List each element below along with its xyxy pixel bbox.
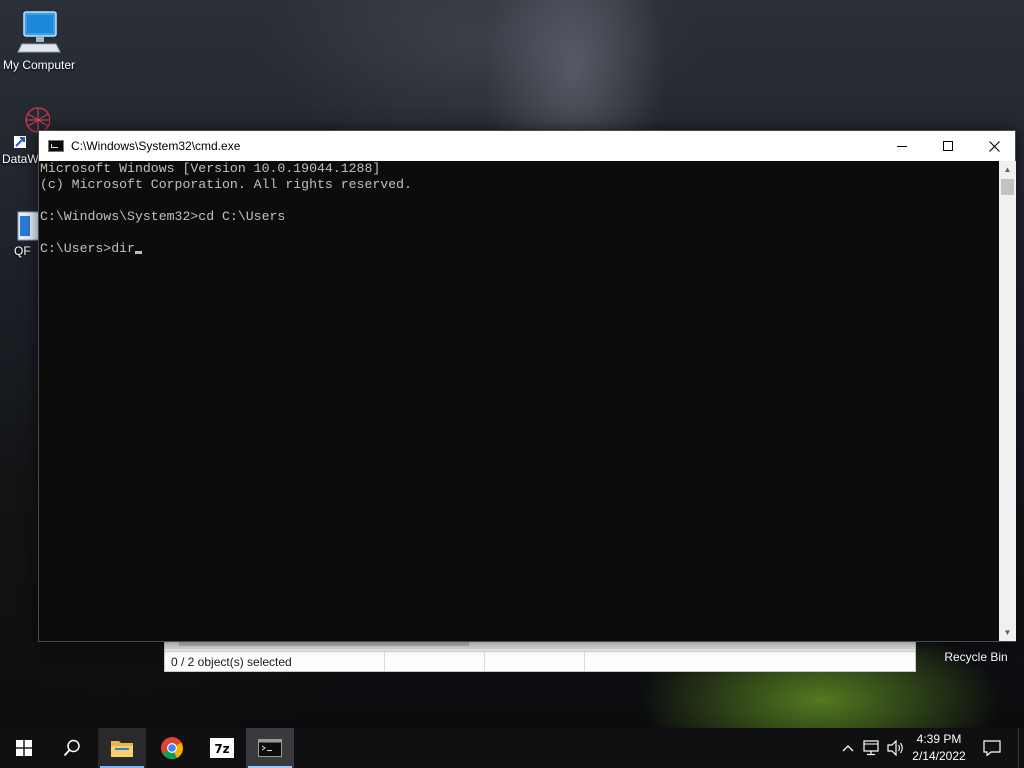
console-vertical-scrollbar[interactable]: ▲ ▼ bbox=[999, 161, 1016, 641]
clock-time: 4:39 PM bbox=[916, 732, 962, 746]
scroll-down-arrow-icon[interactable]: ▼ bbox=[999, 624, 1016, 641]
maximize-button[interactable] bbox=[925, 131, 971, 161]
console-line: Microsoft Windows [Version 10.0.19044.12… bbox=[40, 161, 381, 176]
network-icon bbox=[863, 740, 879, 756]
taskbar: 7z 4:39 PM 2/14/2022 bbox=[0, 728, 1024, 768]
qf-label: QF bbox=[14, 244, 31, 258]
close-button[interactable] bbox=[971, 131, 1017, 161]
close-icon bbox=[988, 140, 1000, 152]
taskbar-7zip[interactable]: 7z bbox=[198, 728, 246, 768]
cmd-icon bbox=[258, 739, 282, 757]
console-input[interactable]: C:\Users>dir bbox=[40, 241, 135, 256]
show-desktop-button[interactable] bbox=[1018, 728, 1024, 768]
console-output[interactable]: Microsoft Windows [Version 10.0.19044.12… bbox=[39, 161, 999, 641]
cmd-app-icon[interactable] bbox=[48, 140, 64, 152]
status-segment bbox=[585, 652, 915, 671]
7zip-icon: 7z bbox=[210, 738, 234, 758]
my-computer-label: My Computer bbox=[2, 58, 76, 72]
search-button[interactable] bbox=[48, 728, 96, 768]
datawatch-label: DataW bbox=[2, 152, 39, 166]
svg-text:7z: 7z bbox=[214, 742, 229, 756]
scroll-thumb[interactable] bbox=[1001, 179, 1014, 195]
console-line: C:\Windows\System32>cd C:\Users bbox=[40, 209, 286, 224]
action-center-button[interactable] bbox=[976, 728, 1008, 768]
status-segment bbox=[385, 652, 485, 671]
window-title: C:\Windows\System32\cmd.exe bbox=[71, 139, 241, 153]
taskbar-clock[interactable]: 4:39 PM 2/14/2022 bbox=[904, 731, 974, 765]
desktop: My Computer DataW QF Recycle Bin 0 / 2 o… bbox=[0, 0, 1024, 728]
network-button[interactable] bbox=[860, 728, 884, 768]
windows-start-icon bbox=[16, 740, 32, 756]
maximize-icon bbox=[943, 141, 953, 151]
minimize-button[interactable] bbox=[879, 131, 925, 161]
chevron-up-icon bbox=[842, 745, 854, 752]
chrome-icon bbox=[161, 737, 184, 760]
taskbar-file-explorer[interactable] bbox=[98, 728, 146, 768]
datawatch-desktop-icon[interactable]: DataW bbox=[2, 106, 50, 166]
taskbar-chrome[interactable] bbox=[148, 728, 196, 768]
show-hidden-icons-button[interactable] bbox=[836, 728, 860, 768]
cmd-titlebar[interactable]: C:\Windows\System32\cmd.exe bbox=[39, 131, 1015, 161]
status-segment bbox=[485, 652, 585, 671]
minimize-icon bbox=[897, 145, 907, 147]
volume-icon bbox=[887, 740, 903, 756]
text-cursor bbox=[134, 251, 142, 254]
recycle-bin-label: Recycle Bin bbox=[944, 650, 1008, 664]
system-tray bbox=[836, 728, 908, 768]
cmd-window[interactable]: C:\Windows\System32\cmd.exe Microsoft Wi… bbox=[38, 130, 1016, 642]
explorer-status-bar: 0 / 2 object(s) selected bbox=[165, 651, 915, 671]
console-prompt-line[interactable]: C:\Users>dir bbox=[39, 241, 999, 257]
scroll-up-arrow-icon[interactable]: ▲ bbox=[999, 161, 1016, 178]
start-button[interactable] bbox=[0, 728, 48, 768]
status-selected-count: 0 / 2 object(s) selected bbox=[165, 652, 385, 671]
console-line: (c) Microsoft Corporation. All rights re… bbox=[40, 177, 412, 192]
search-icon bbox=[63, 739, 80, 757]
file-explorer-icon bbox=[111, 741, 133, 757]
notification-icon bbox=[983, 740, 1001, 756]
taskbar-cmd[interactable] bbox=[246, 728, 294, 768]
computer-icon bbox=[17, 11, 61, 53]
clock-date: 2/14/2022 bbox=[912, 749, 966, 763]
my-computer-desktop-icon[interactable]: My Computer bbox=[0, 8, 78, 72]
